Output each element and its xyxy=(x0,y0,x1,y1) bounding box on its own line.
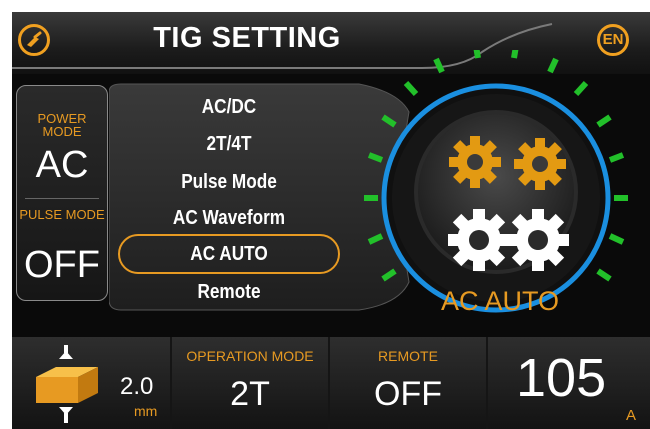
thickness-cell[interactable]: 2.0 mm xyxy=(12,337,170,429)
menu-item-ac-dc[interactable]: AC/DC xyxy=(134,96,323,119)
thickness-value: 2.0 xyxy=(120,373,154,400)
operation-mode-label: OPERATION MODE xyxy=(186,348,314,364)
status-panel: POWER MODE AC PULSE MODE OFF xyxy=(16,85,108,301)
operation-mode-cell[interactable]: OPERATION MODE 2T xyxy=(172,337,328,429)
power-mode-label: POWER MODE xyxy=(37,111,87,139)
remote-label: REMOTE xyxy=(378,348,438,364)
plate-thickness-icon xyxy=(36,345,98,423)
menu-item-remote[interactable]: Remote xyxy=(134,281,323,304)
tig-setting-screen: TIG SETTING EN POWER MODE AC PULSE MODE … xyxy=(12,12,650,429)
current-value: 105 xyxy=(516,348,607,408)
current-unit: A xyxy=(626,407,637,424)
power-mode-value: AC xyxy=(35,144,89,186)
bottom-bar: 2.0 mm OPERATION MODE 2T REMOTE OFF 105 … xyxy=(12,337,650,429)
menu-item-pulse-mode[interactable]: Pulse Mode xyxy=(134,171,323,194)
status-divider xyxy=(25,198,99,199)
remote-cell[interactable]: REMOTE OFF xyxy=(330,337,486,429)
current-cell[interactable]: 105 A xyxy=(488,337,650,429)
menu-item-ac-auto[interactable]: AC AUTO xyxy=(134,243,323,266)
menu-item-ac-waveform[interactable]: AC Waveform xyxy=(134,207,323,230)
menu-item-2t-4t[interactable]: 2T/4T xyxy=(134,133,323,156)
dial-mode-label: AC AUTO xyxy=(440,286,560,316)
pulse-mode-value: OFF xyxy=(24,244,100,286)
remote-value: OFF xyxy=(374,375,442,413)
operation-mode-value: 2T xyxy=(230,375,270,413)
thickness-unit: mm xyxy=(134,403,158,419)
pulse-mode-label: PULSE MODE xyxy=(19,207,105,222)
